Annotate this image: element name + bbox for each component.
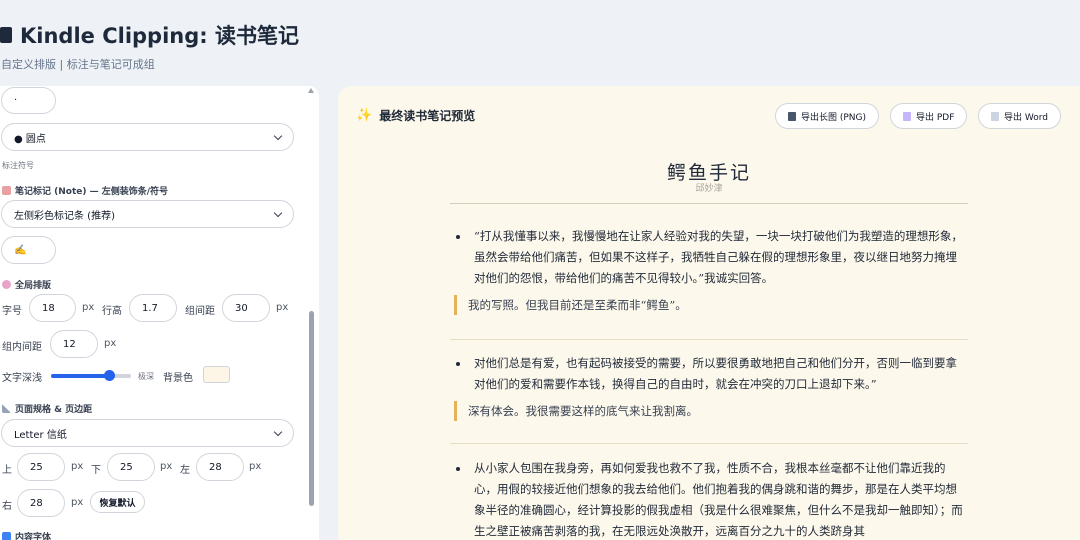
bullet-dot xyxy=(456,362,460,366)
page-section-title: 页面规格 & 页边距 xyxy=(15,405,93,415)
line-height-label: 行高 xyxy=(102,306,122,317)
inner-spacing-input[interactable]: 12 xyxy=(50,330,98,358)
export-png-label: 导出长图 (PNG) xyxy=(801,112,867,123)
margin-top-label: 上 xyxy=(2,465,12,476)
bullet-dot xyxy=(456,235,460,239)
clipping-entry: 从小家人包围在我身旁，再如何爱我也救不了我，性质不合，我根本丝毫都不让他们靠近我… xyxy=(450,458,968,540)
pdf-icon xyxy=(903,111,911,121)
entry-divider xyxy=(450,339,968,340)
sidebar-scrollbar[interactable] xyxy=(308,86,317,540)
font-icon xyxy=(2,532,11,540)
margin-left-label: 左 xyxy=(180,465,190,476)
margin-bottom-input[interactable]: 25 xyxy=(107,453,155,481)
note-style-value: 左侧彩色标记条 (推荐) xyxy=(14,210,115,222)
chevron-down-icon xyxy=(273,208,283,217)
export-word-button[interactable]: 导出 Word xyxy=(978,103,1061,129)
palette-icon xyxy=(2,280,11,289)
font-size-label: 字号 xyxy=(2,306,22,317)
clipping-note: 我的写照。但我目前还是至柔而非“鳄鱼”。 xyxy=(454,295,968,315)
export-pdf-label: 导出 PDF xyxy=(916,112,955,123)
image-icon xyxy=(788,111,796,121)
margin-right-input[interactable]: 28 xyxy=(17,489,65,517)
unit-label: px xyxy=(82,302,95,313)
unit-label: px xyxy=(104,338,117,349)
note-section-title: 笔记标记 (Note) — 左侧装饰条/符号 xyxy=(15,187,169,197)
scroll-up-arrow-icon[interactable] xyxy=(308,88,314,93)
group-spacing-input[interactable]: 30 xyxy=(222,294,270,322)
inner-spacing-label: 组内间距 xyxy=(2,342,42,353)
ruler-icon xyxy=(2,404,11,413)
book-icon xyxy=(0,27,12,43)
settings-sidebar[interactable]: · ● 圆点 标注符号 笔记标记 (Note) — 左侧装饰条/符号 左侧彩色标… xyxy=(0,86,319,540)
page-section-heading: 页面规格 & 页边距 xyxy=(2,402,92,415)
slider-handle[interactable] xyxy=(104,370,115,381)
entry-divider xyxy=(450,443,968,444)
text-depth-slider[interactable] xyxy=(51,370,131,381)
annotation-symbol-label: 标注符号 xyxy=(2,161,34,170)
clipping-note: 深有体会。我很需要这样的底气来让我割离。 xyxy=(454,401,968,421)
unit-label: px xyxy=(71,461,84,472)
note-section-heading: 笔记标记 (Note) — 左侧装饰条/符号 xyxy=(2,184,168,197)
text-depth-end-label: 极深 xyxy=(138,372,154,381)
clipping-quote: “打从我懂事以来，我慢慢地在让家人经验对我的失望，一块一块打破他们为我塑造的理想… xyxy=(450,226,968,289)
page-size-select[interactable]: Letter 信纸 xyxy=(1,419,294,447)
note-style-select[interactable]: 左侧彩色标记条 (推荐) xyxy=(1,200,294,228)
clipping-quote: 对他们总是有爱，也有起码被接受的需要，所以要很勇敢地把自己和他们分开，否则一临到… xyxy=(450,353,968,395)
margin-top-input[interactable]: 25 xyxy=(17,453,65,481)
margin-right-label: 右 xyxy=(2,501,12,512)
reset-defaults-button[interactable]: 恢复默认 xyxy=(90,491,145,513)
quote-text: 对他们总是有爱，也有起码被接受的需要，所以要很勇敢地把自己和他们分开，否则一临到… xyxy=(474,356,957,391)
unit-label: px xyxy=(276,302,289,313)
global-layout-title: 全局排版 xyxy=(15,281,52,291)
app-title: Kindle Clipping: 读书笔记 xyxy=(20,24,299,48)
document-icon xyxy=(991,111,999,121)
quote-text: “打从我懂事以来，我慢慢地在让家人经验对我的失望，一块一块打破他们为我塑造的理想… xyxy=(474,229,963,285)
bg-color-label: 背景色 xyxy=(163,373,193,384)
preview-heading-text: 最终读书笔记预览 xyxy=(379,109,476,123)
bullet-style-select[interactable]: ● 圆点 xyxy=(1,123,294,151)
note-icon xyxy=(2,186,11,195)
export-pdf-button[interactable]: 导出 PDF xyxy=(890,103,968,129)
preview-heading: ✨ 最终读书笔记预览 xyxy=(356,107,475,124)
export-word-label: 导出 Word xyxy=(1004,112,1048,123)
page-size-value: Letter 信纸 xyxy=(14,429,67,441)
book-author: 邱妙津 xyxy=(695,184,723,194)
note-symbol-input[interactable]: ✍️ xyxy=(1,236,56,264)
chevron-down-icon xyxy=(273,131,283,140)
sparkle-icon: ✨ xyxy=(356,108,373,123)
unit-label: px xyxy=(160,461,173,472)
clipping-entry: “打从我懂事以来，我慢慢地在让家人经验对我的失望，一块一块打破他们为我塑造的理想… xyxy=(450,226,968,315)
app-subtitle: 自定义排版 | 标注与笔记可成组 xyxy=(1,58,155,71)
global-layout-heading: 全局排版 xyxy=(2,278,51,291)
unit-label: px xyxy=(249,461,262,472)
margin-bottom-label: 下 xyxy=(91,465,101,476)
title-divider xyxy=(450,203,968,204)
font-size-input[interactable]: 18 xyxy=(29,294,76,322)
line-height-input[interactable]: 1.7 xyxy=(129,294,177,322)
bullet-dot xyxy=(456,467,460,471)
quote-text: 从小家人包围在我身旁，再如何爱我也救不了我，性质不合，我根本丝毫都不让他们靠近我… xyxy=(474,461,963,538)
chevron-down-icon xyxy=(273,427,283,436)
group-spacing-label: 组间距 xyxy=(185,306,215,317)
slider-fill xyxy=(51,374,109,378)
marker-char-input[interactable]: · xyxy=(1,87,56,114)
content-font-heading: 内容字体 xyxy=(2,530,51,540)
bg-color-swatch[interactable] xyxy=(203,366,230,383)
unit-label: px xyxy=(71,497,84,508)
preview-panel: ✨ 最终读书笔记预览 导出长图 (PNG) 导出 PDF 导出 Word 鳄鱼手… xyxy=(338,86,1080,540)
scrollbar-thumb[interactable] xyxy=(309,311,314,506)
export-png-button[interactable]: 导出长图 (PNG) xyxy=(775,103,880,129)
clipping-quote: 从小家人包围在我身旁，再如何爱我也救不了我，性质不合，我根本丝毫都不让他们靠近我… xyxy=(450,458,968,540)
clipping-entry: 对他们总是有爱，也有起码被接受的需要，所以要很勇敢地把自己和他们分开，否则一临到… xyxy=(450,353,968,421)
margin-left-input[interactable]: 28 xyxy=(196,453,244,481)
bullet-style-value: ● 圆点 xyxy=(14,133,46,145)
app-header: Kindle Clipping: 读书笔记 自定义排版 | 标注与笔记可成组 xyxy=(0,18,600,72)
text-depth-label: 文字深浅 xyxy=(2,373,42,384)
content-font-title: 内容字体 xyxy=(15,533,52,540)
